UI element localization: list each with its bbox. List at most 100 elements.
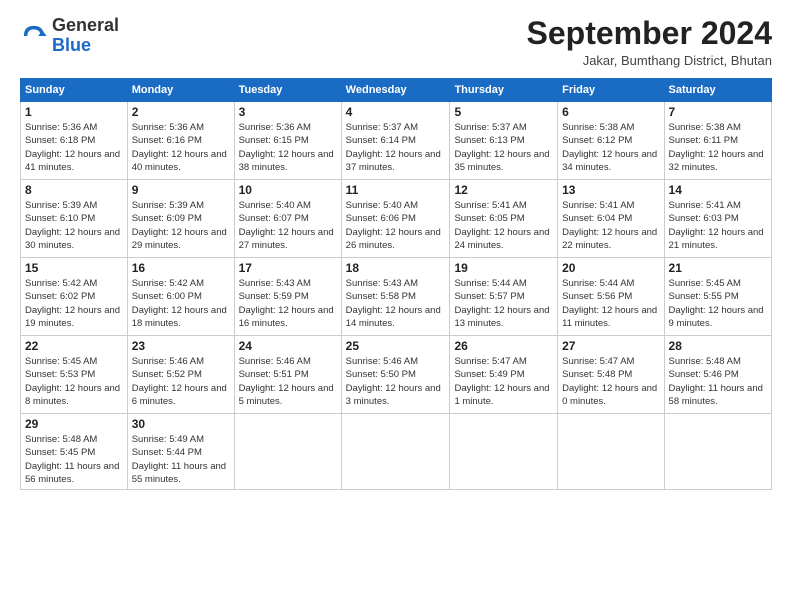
calendar-week-row: 15 Sunrise: 5:42 AMSunset: 6:02 PMDaylig… (21, 258, 772, 336)
day-number: 24 (239, 339, 337, 353)
calendar-week-row: 22 Sunrise: 5:45 AMSunset: 5:53 PMDaylig… (21, 336, 772, 414)
page: General Blue September 2024 Jakar, Bumth… (0, 0, 792, 612)
table-row: 7 Sunrise: 5:38 AMSunset: 6:11 PMDayligh… (664, 102, 771, 180)
table-row (558, 414, 664, 490)
day-info: Sunrise: 5:46 AMSunset: 5:50 PMDaylight:… (346, 356, 441, 407)
table-row: 10 Sunrise: 5:40 AMSunset: 6:07 PMDaylig… (234, 180, 341, 258)
table-row (234, 414, 341, 490)
day-info: Sunrise: 5:49 AMSunset: 5:44 PMDaylight:… (132, 434, 226, 485)
table-row: 14 Sunrise: 5:41 AMSunset: 6:03 PMDaylig… (664, 180, 771, 258)
day-info: Sunrise: 5:39 AMSunset: 6:10 PMDaylight:… (25, 200, 120, 251)
table-row: 28 Sunrise: 5:48 AMSunset: 5:46 PMDaylig… (664, 336, 771, 414)
logo-text: General Blue (52, 16, 119, 56)
table-row: 24 Sunrise: 5:46 AMSunset: 5:51 PMDaylig… (234, 336, 341, 414)
day-number: 4 (346, 105, 446, 119)
table-row: 27 Sunrise: 5:47 AMSunset: 5:48 PMDaylig… (558, 336, 664, 414)
col-wednesday: Wednesday (341, 79, 450, 102)
day-info: Sunrise: 5:36 AMSunset: 6:18 PMDaylight:… (25, 122, 120, 173)
day-number: 20 (562, 261, 659, 275)
table-row: 21 Sunrise: 5:45 AMSunset: 5:55 PMDaylig… (664, 258, 771, 336)
day-info: Sunrise: 5:38 AMSunset: 6:12 PMDaylight:… (562, 122, 657, 173)
day-info: Sunrise: 5:48 AMSunset: 5:45 PMDaylight:… (25, 434, 119, 485)
month-title: September 2024 (527, 16, 772, 51)
day-info: Sunrise: 5:36 AMSunset: 6:15 PMDaylight:… (239, 122, 334, 173)
day-info: Sunrise: 5:39 AMSunset: 6:09 PMDaylight:… (132, 200, 227, 251)
table-row: 5 Sunrise: 5:37 AMSunset: 6:13 PMDayligh… (450, 102, 558, 180)
table-row: 25 Sunrise: 5:46 AMSunset: 5:50 PMDaylig… (341, 336, 450, 414)
day-info: Sunrise: 5:36 AMSunset: 6:16 PMDaylight:… (132, 122, 227, 173)
day-number: 21 (669, 261, 767, 275)
table-row: 4 Sunrise: 5:37 AMSunset: 6:14 PMDayligh… (341, 102, 450, 180)
day-info: Sunrise: 5:45 AMSunset: 5:53 PMDaylight:… (25, 356, 120, 407)
day-number: 9 (132, 183, 230, 197)
col-friday: Friday (558, 79, 664, 102)
day-number: 17 (239, 261, 337, 275)
day-number: 11 (346, 183, 446, 197)
day-number: 19 (454, 261, 553, 275)
day-number: 28 (669, 339, 767, 353)
day-info: Sunrise: 5:41 AMSunset: 6:03 PMDaylight:… (669, 200, 764, 251)
col-sunday: Sunday (21, 79, 128, 102)
calendar-week-row: 1 Sunrise: 5:36 AMSunset: 6:18 PMDayligh… (21, 102, 772, 180)
day-number: 23 (132, 339, 230, 353)
day-number: 30 (132, 417, 230, 431)
day-number: 7 (669, 105, 767, 119)
title-block: September 2024 Jakar, Bumthang District,… (527, 16, 772, 68)
day-number: 16 (132, 261, 230, 275)
table-row: 29 Sunrise: 5:48 AMSunset: 5:45 PMDaylig… (21, 414, 128, 490)
location-subtitle: Jakar, Bumthang District, Bhutan (527, 53, 772, 68)
day-number: 22 (25, 339, 123, 353)
table-row: 16 Sunrise: 5:42 AMSunset: 6:00 PMDaylig… (127, 258, 234, 336)
day-number: 14 (669, 183, 767, 197)
table-row (450, 414, 558, 490)
table-row: 11 Sunrise: 5:40 AMSunset: 6:06 PMDaylig… (341, 180, 450, 258)
table-row: 18 Sunrise: 5:43 AMSunset: 5:58 PMDaylig… (341, 258, 450, 336)
table-row: 19 Sunrise: 5:44 AMSunset: 5:57 PMDaylig… (450, 258, 558, 336)
table-row: 6 Sunrise: 5:38 AMSunset: 6:12 PMDayligh… (558, 102, 664, 180)
logo: General Blue (20, 16, 119, 56)
day-info: Sunrise: 5:48 AMSunset: 5:46 PMDaylight:… (669, 356, 763, 407)
day-number: 27 (562, 339, 659, 353)
day-number: 1 (25, 105, 123, 119)
day-info: Sunrise: 5:47 AMSunset: 5:49 PMDaylight:… (454, 356, 549, 407)
logo-general: General (52, 15, 119, 35)
table-row: 23 Sunrise: 5:46 AMSunset: 5:52 PMDaylig… (127, 336, 234, 414)
day-number: 12 (454, 183, 553, 197)
col-monday: Monday (127, 79, 234, 102)
col-saturday: Saturday (664, 79, 771, 102)
calendar-week-row: 8 Sunrise: 5:39 AMSunset: 6:10 PMDayligh… (21, 180, 772, 258)
table-row: 12 Sunrise: 5:41 AMSunset: 6:05 PMDaylig… (450, 180, 558, 258)
table-row: 22 Sunrise: 5:45 AMSunset: 5:53 PMDaylig… (21, 336, 128, 414)
table-row: 9 Sunrise: 5:39 AMSunset: 6:09 PMDayligh… (127, 180, 234, 258)
day-number: 10 (239, 183, 337, 197)
day-info: Sunrise: 5:43 AMSunset: 5:58 PMDaylight:… (346, 278, 441, 329)
day-info: Sunrise: 5:45 AMSunset: 5:55 PMDaylight:… (669, 278, 764, 329)
day-info: Sunrise: 5:47 AMSunset: 5:48 PMDaylight:… (562, 356, 657, 407)
table-row: 15 Sunrise: 5:42 AMSunset: 6:02 PMDaylig… (21, 258, 128, 336)
day-info: Sunrise: 5:40 AMSunset: 6:07 PMDaylight:… (239, 200, 334, 251)
table-row: 26 Sunrise: 5:47 AMSunset: 5:49 PMDaylig… (450, 336, 558, 414)
calendar-week-row: 29 Sunrise: 5:48 AMSunset: 5:45 PMDaylig… (21, 414, 772, 490)
day-number: 25 (346, 339, 446, 353)
table-row (664, 414, 771, 490)
logo-icon (20, 22, 48, 50)
day-info: Sunrise: 5:43 AMSunset: 5:59 PMDaylight:… (239, 278, 334, 329)
table-row (341, 414, 450, 490)
table-row: 13 Sunrise: 5:41 AMSunset: 6:04 PMDaylig… (558, 180, 664, 258)
table-row: 30 Sunrise: 5:49 AMSunset: 5:44 PMDaylig… (127, 414, 234, 490)
day-info: Sunrise: 5:42 AMSunset: 6:00 PMDaylight:… (132, 278, 227, 329)
day-info: Sunrise: 5:44 AMSunset: 5:56 PMDaylight:… (562, 278, 657, 329)
day-info: Sunrise: 5:42 AMSunset: 6:02 PMDaylight:… (25, 278, 120, 329)
table-row: 20 Sunrise: 5:44 AMSunset: 5:56 PMDaylig… (558, 258, 664, 336)
col-thursday: Thursday (450, 79, 558, 102)
day-info: Sunrise: 5:44 AMSunset: 5:57 PMDaylight:… (454, 278, 549, 329)
day-info: Sunrise: 5:41 AMSunset: 6:05 PMDaylight:… (454, 200, 549, 251)
day-number: 18 (346, 261, 446, 275)
day-number: 2 (132, 105, 230, 119)
day-number: 13 (562, 183, 659, 197)
table-row: 3 Sunrise: 5:36 AMSunset: 6:15 PMDayligh… (234, 102, 341, 180)
calendar-table: Sunday Monday Tuesday Wednesday Thursday… (20, 78, 772, 490)
day-info: Sunrise: 5:41 AMSunset: 6:04 PMDaylight:… (562, 200, 657, 251)
day-number: 29 (25, 417, 123, 431)
col-tuesday: Tuesday (234, 79, 341, 102)
